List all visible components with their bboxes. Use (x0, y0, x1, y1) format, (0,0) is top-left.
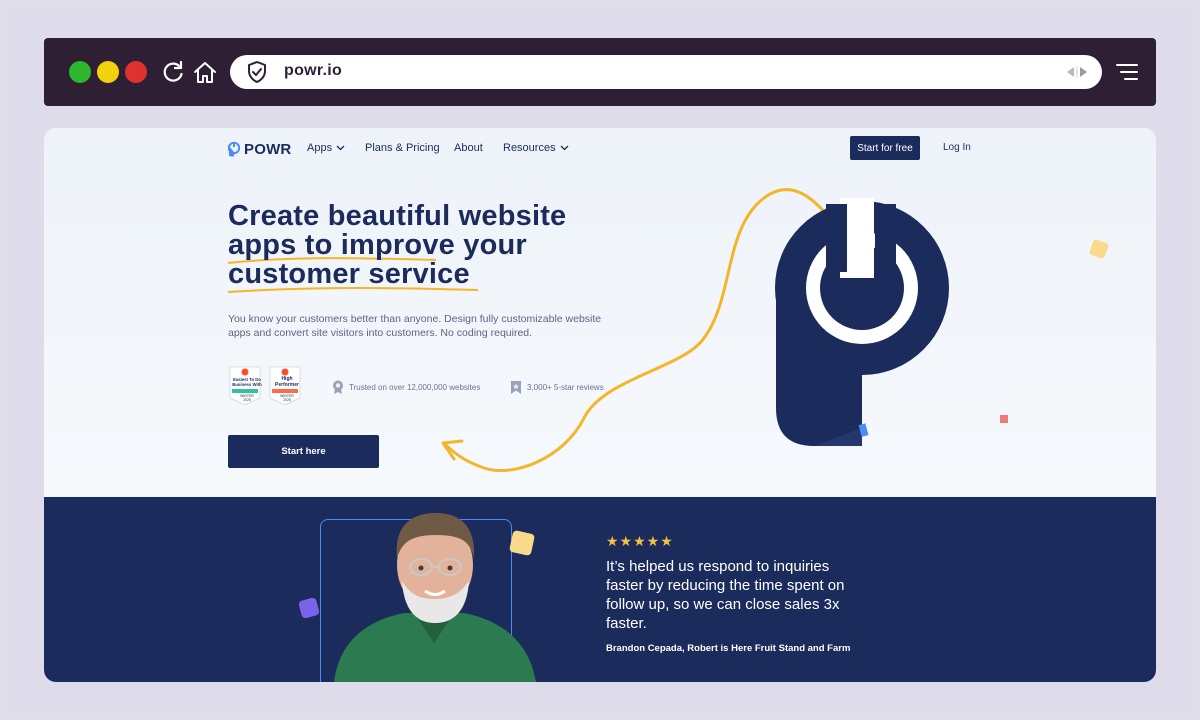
nav-plans-label: Plans & Pricing (365, 142, 440, 154)
nav-plans-pricing[interactable]: Plans & Pricing (365, 142, 440, 154)
headline-line-1: Create beautiful website (228, 200, 567, 232)
hero-subtext: You know your customers better than anyo… (228, 313, 602, 339)
chevron-down-icon (336, 145, 345, 151)
powr-logo-mark (775, 198, 949, 446)
powr-logo[interactable]: POWR (228, 140, 291, 158)
logo-text: POWR (244, 140, 292, 158)
hero-headline: Create beautiful website apps to improve… (228, 202, 628, 289)
confetti-yellow (1089, 239, 1109, 259)
stat-reviews: 3,000+ 5-star reviews (510, 380, 604, 395)
badge2-text: High Performer (275, 376, 299, 388)
home-icon[interactable] (192, 58, 218, 86)
testimonial-decor (298, 530, 535, 619)
badge1-season: WINTER 2025 (240, 394, 254, 402)
headline-line-2: apps to improve your (228, 229, 527, 261)
nav-apps[interactable]: Apps (307, 142, 345, 154)
five-star-rating: ★★★★★ (606, 533, 674, 549)
bookmark-star-icon (511, 381, 521, 394)
window-close-button[interactable] (125, 61, 147, 83)
confetti-red (1000, 415, 1008, 423)
confetti-purple (298, 597, 320, 619)
reload-icon[interactable] (160, 58, 186, 86)
stat-websites-text: Trusted on over 12,000,000 websites (349, 383, 481, 392)
award-icon (333, 380, 343, 394)
testimonial-section: ★★★★★ It’s helped us respond to inquirie… (44, 497, 1156, 682)
testimonial-quote: It’s helped us respond to inquiries fast… (606, 558, 845, 632)
back-forward-icon[interactable] (1064, 64, 1090, 80)
start-here-button[interactable]: Start here (228, 435, 379, 468)
badge2-season: WINTER 2025 (280, 394, 294, 402)
testimonial-author: Brandon Cepada, Robert is Here Fruit Sta… (606, 643, 851, 654)
stat-reviews-text: 3,000+ 5-star reviews (527, 383, 604, 392)
window-minimize-button[interactable] (97, 61, 119, 83)
stat-websites: Trusted on over 12,000,000 websites (332, 380, 480, 395)
shield-check-icon (248, 61, 266, 83)
url-text: powr.io (284, 62, 343, 79)
badge1-text: Easiest To Do Business With (232, 377, 262, 387)
window-maximize-button[interactable] (69, 61, 91, 83)
customer-photo (334, 513, 536, 682)
chevron-down-icon (560, 145, 569, 151)
powr-logo-icon (228, 141, 240, 156)
start-for-free-button[interactable]: Start for free (850, 136, 920, 160)
nav-apps-label: Apps (307, 142, 333, 154)
web-page: POWR Apps Plans & Pricing About Resource… (44, 128, 1156, 682)
hamburger-menu-icon[interactable] (1116, 64, 1138, 80)
log-in-link[interactable]: Log In (943, 142, 971, 153)
nav-resources[interactable]: Resources (503, 142, 569, 154)
nav-resources-label: Resources (503, 142, 556, 154)
nav-about-label: About (454, 142, 483, 154)
headline-line-3: customer service (228, 258, 470, 290)
nav-about[interactable]: About (454, 142, 483, 154)
address-bar[interactable] (230, 55, 1102, 89)
